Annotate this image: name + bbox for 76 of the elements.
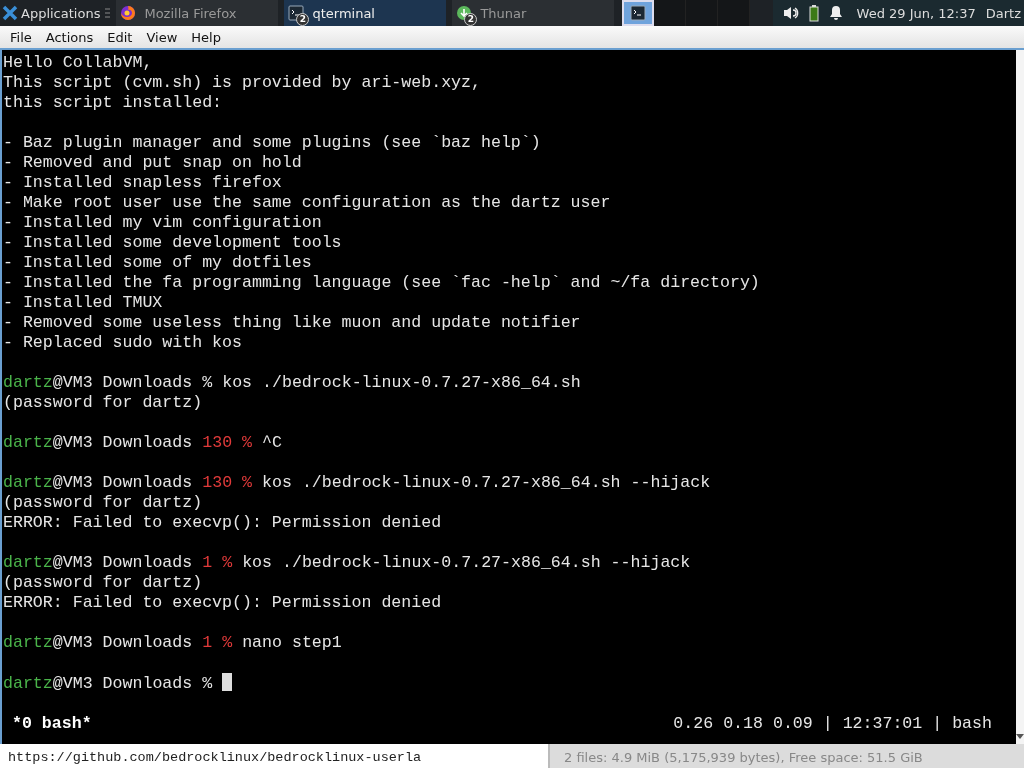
url-text: https://github.com/bedrocklinux/bedrocklinux-userla bbox=[7, 749, 422, 765]
menu-item[interactable]: Actions bbox=[38, 29, 101, 45]
command-text: kos ./bedrock-linux-0.7.27-x86_64.sh bbox=[222, 373, 581, 392]
terminal-line: - Make root user use the same configuration as the dartz user bbox=[2, 193, 612, 213]
menu-item[interactable]: Help bbox=[184, 29, 228, 45]
bell-icon[interactable] bbox=[828, 5, 843, 21]
prompt-user: dartz bbox=[3, 674, 53, 693]
prompt-user: dartz bbox=[3, 433, 53, 452]
terminal-line: (password for dartz) bbox=[2, 493, 204, 513]
menu-item[interactable]: File bbox=[3, 29, 39, 45]
terminal-icon bbox=[288, 5, 305, 21]
command-text: nano step1 bbox=[242, 633, 342, 652]
prompt-user: dartz bbox=[3, 473, 53, 492]
prompt-user: dartz bbox=[3, 373, 53, 392]
x-logo-icon bbox=[2, 5, 18, 21]
terminal-line: this script installed: bbox=[2, 93, 224, 113]
user-name[interactable]: Dartz bbox=[985, 5, 1021, 21]
prompt-location: @VM3 Downloads bbox=[52, 433, 193, 452]
prompt-location: @VM3 Downloads bbox=[52, 473, 193, 492]
firefox-icon bbox=[120, 5, 137, 21]
terminal-line: - Installed the fa programming language (see `fac -help` and ~/fa directory) bbox=[2, 273, 761, 293]
terminal-line: (password for dartz) bbox=[2, 393, 204, 413]
terminal-line: - Installed my vim configuration bbox=[2, 213, 323, 233]
clock[interactable]: Wed 29 Jun, 12:37 bbox=[856, 5, 976, 21]
prompt-symbol: % bbox=[222, 553, 233, 572]
prompt-location: @VM3 Downloads bbox=[52, 633, 193, 652]
exit-code: 1 bbox=[202, 633, 213, 652]
command-text: kos ./bedrock-linux-0.7.27-x86_64.sh --hijack bbox=[262, 473, 711, 492]
prompt-location: @VM3 Downloads bbox=[52, 674, 193, 693]
scrollbar[interactable] bbox=[1016, 50, 1024, 744]
terminal-line: ERROR: Failed to execvp(): Permission denied bbox=[2, 513, 443, 533]
terminal-line: - Installed some development tools bbox=[2, 233, 343, 253]
workspace-cell[interactable] bbox=[686, 0, 719, 26]
menu-item[interactable]: Edit bbox=[100, 29, 140, 45]
applications-menu[interactable]: Applications bbox=[0, 0, 103, 26]
terminal-line: - Removed some useless thing like muon and update notifier bbox=[2, 313, 582, 333]
terminal-line: - Removed and put snap on hold bbox=[2, 153, 303, 173]
terminal-line: - Installed snapless firefox bbox=[2, 173, 283, 193]
scroll-down-icon[interactable] bbox=[1016, 734, 1024, 740]
terminal-line: - Baz plugin manager and some plugins (see `baz help`) bbox=[2, 133, 542, 153]
taskbar-button[interactable]: 2 Thunar bbox=[452, 0, 615, 26]
terminal-icon bbox=[630, 5, 647, 21]
prompt-symbol: % bbox=[242, 433, 253, 452]
prompt-symbol: % bbox=[222, 633, 233, 652]
handle-icon[interactable] bbox=[104, 7, 112, 19]
count-badge: 2 bbox=[464, 13, 478, 26]
exit-code: 130 bbox=[202, 433, 233, 452]
battery-icon[interactable] bbox=[808, 4, 819, 22]
prompt-symbol: % bbox=[242, 473, 253, 492]
terminal-line: This script (cvm.sh) is provided by ari-web.xyz, bbox=[2, 73, 482, 93]
prompt-user: dartz bbox=[3, 553, 53, 572]
command-text: ^C bbox=[262, 433, 282, 452]
workspace-cell[interactable] bbox=[654, 0, 687, 26]
exit-code: 1 bbox=[202, 553, 213, 572]
menu-item[interactable]: View bbox=[139, 29, 185, 45]
status-text: 2 files: 4.9 MiB (5,175,939 bytes), Free space: 51.5 GiB bbox=[564, 749, 923, 765]
exit-code: 130 bbox=[202, 473, 233, 492]
terminal-line: - Installed TMUX bbox=[2, 293, 164, 313]
command-text: kos ./bedrock-linux-0.7.27-x86_64.sh --hijack bbox=[242, 553, 691, 572]
prompt-symbol: % bbox=[202, 674, 213, 693]
terminal-line: - Installed some of my dotfiles bbox=[2, 253, 313, 273]
tmux-status-info: 0.26 0.18 0.09 | 12:37:01 | bash bbox=[673, 714, 992, 734]
terminal-line: Hello CollabVM, bbox=[2, 53, 154, 73]
prompt-symbol: % bbox=[202, 373, 213, 392]
terminal-line: ERROR: Failed to execvp(): Permission denied bbox=[2, 593, 443, 613]
count-badge: 2 bbox=[296, 13, 310, 26]
terminal-line: - Replaced sudo with kos bbox=[2, 333, 243, 353]
prompt-location: @VM3 Downloads bbox=[52, 553, 193, 572]
prompt-location: @VM3 Downloads bbox=[52, 373, 193, 392]
tmux-window: *0 bash* bbox=[12, 714, 92, 734]
taskbar-button[interactable]: Mozilla Firefox bbox=[116, 0, 279, 26]
workspace-cell[interactable] bbox=[718, 0, 751, 26]
terminal-line: (password for dartz) bbox=[2, 573, 204, 593]
taskbar-button[interactable]: 2 qterminal bbox=[284, 0, 447, 26]
prompt-user: dartz bbox=[3, 633, 53, 652]
volume-icon[interactable] bbox=[782, 5, 799, 21]
